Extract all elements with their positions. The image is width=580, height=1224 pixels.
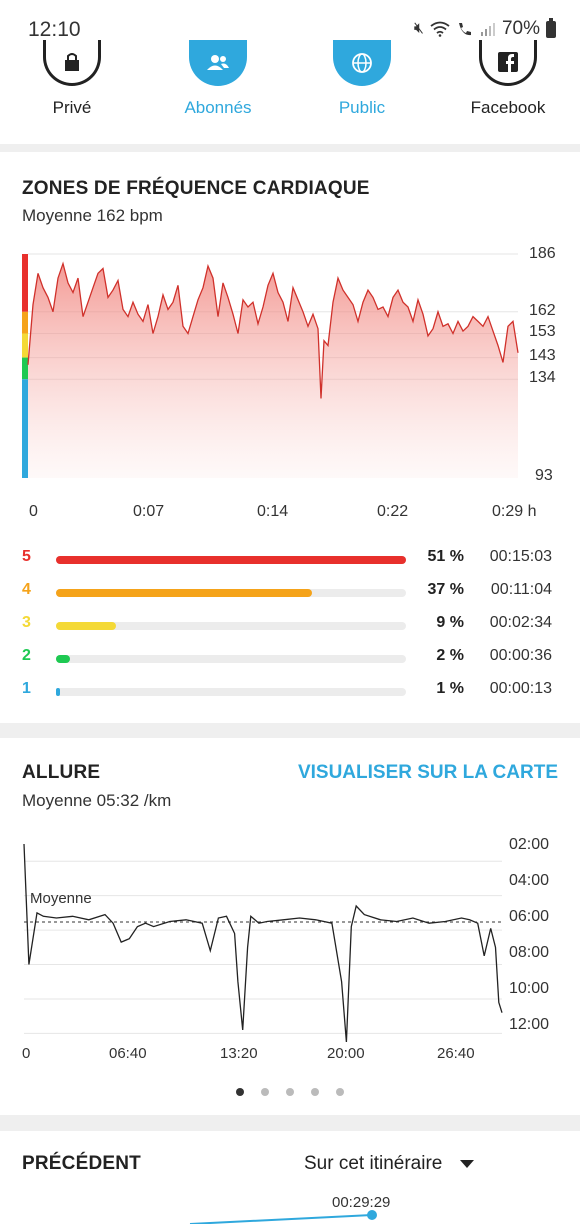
hr-y-tick: 93 [535,467,553,484]
share-followers-label: Abonnés [184,98,252,117]
globe-icon [333,40,391,86]
pace-y-tick: 08:00 [509,944,550,961]
zone-number: 5 [22,548,31,565]
zone-duration: 00:15:03 [489,548,552,565]
facebook-icon [479,40,537,86]
hr-y-tick: 143 [529,347,556,364]
zone-bar-fill [56,589,312,597]
hr-x-tick: 0:22 [377,503,409,520]
zone-percent: 51 % [427,548,464,565]
hr-x-tick: 0 [29,503,38,520]
pace-chart [23,843,503,1043]
route-selector[interactable]: Sur cet itinéraire [304,1153,475,1175]
view-on-map-link[interactable]: VISUALISER SUR LA CARTE [298,762,558,784]
pace-x-tick: 26:40 [437,1045,475,1062]
zone-row-2: 2 2 % 00:00:36 [0,647,580,671]
zone-percent: 2 % [436,647,464,664]
share-private-label: Privé [52,98,92,117]
carousel-indicator [0,1088,580,1100]
pace-series-line [23,843,503,1043]
zone-bar-fill [56,622,116,630]
heart-rate-title: ZONES DE FRÉQUENCE CARDIAQUE [22,178,370,199]
hr-x-tick: 0:14 [257,503,289,520]
wifi-icon [430,21,450,37]
zone-bar-track [56,688,406,696]
carousel-dot[interactable] [336,1088,344,1096]
zone-bar-track [56,622,406,630]
zone-number: 1 [22,680,31,697]
zone-duration: 00:02:34 [489,614,552,631]
zone-duration: 00:11:04 [490,581,552,598]
battery-icon [546,17,556,38]
zone-number: 2 [22,647,31,664]
pace-average-label: Moyenne [30,890,92,907]
zone-bar-track [56,589,406,597]
zone-row-4: 4 37 % 00:11:04 [0,581,580,605]
chevron-down-icon [460,1159,475,1168]
hr-zone-band [22,379,28,478]
zone-percent: 9 % [436,614,464,631]
carousel-dot[interactable] [261,1088,269,1096]
zone-percent: 1 % [436,680,464,697]
zone-number: 4 [22,581,31,598]
zone-row-5: 5 51 % 00:15:03 [0,548,580,572]
carousel-dot[interactable] [286,1088,294,1096]
zone-row-3: 3 9 % 00:02:34 [0,614,580,638]
status-time: 12:10 [28,18,81,41]
pace-title: ALLURE [22,762,101,783]
heart-rate-card: ZONES DE FRÉQUENCE CARDIAQUE Moyenne 162… [0,152,580,723]
pace-average: Moyenne 05:32 /km [22,791,172,810]
hr-zone-band [22,254,28,312]
pace-card: ALLURE VISUALISER SUR LA CARTE Moyenne 0… [0,738,580,1115]
hr-zone-band [22,357,28,380]
route-selector-label: Sur cet itinéraire [304,1153,443,1174]
followers-icon [189,40,247,86]
hr-x-tick: 0:07 [133,503,165,520]
battery-text: 70% [501,18,540,39]
zone-duration: 00:00:36 [489,647,552,664]
hr-area [28,263,518,478]
status-icons: 🔇︎ 70% [413,17,556,40]
previous-title: PRÉCÉDENT [22,1153,141,1174]
pace-x-tick: 06:40 [109,1045,147,1062]
zone-bar-fill [56,688,60,696]
mute-icon: 🔇︎ [413,20,424,37]
pace-y-tick: 02:00 [509,836,550,853]
hr-y-tick: 134 [529,369,556,386]
hr-y-tick: 162 [529,302,556,319]
hr-zone-band [22,311,28,334]
hr-zone-band [22,333,28,358]
hr-y-tick: 186 [529,245,556,262]
previous-card: PRÉCÉDENT Sur cet itinéraire 00:29:29 [0,1131,580,1224]
zone-bar-track [56,556,406,564]
zone-bar-track [56,655,406,663]
signal-icon [480,23,495,36]
hr-y-tick: 153 [529,323,556,340]
share-public-label: Public [338,98,386,117]
lock-icon [43,40,101,86]
hr-x-tick: 0:29 h [492,503,537,520]
pace-y-tick: 06:00 [509,908,550,925]
share-facebook-label: Facebook [470,98,546,117]
carousel-dot[interactable] [311,1088,319,1096]
pace-y-tick: 12:00 [509,1016,550,1033]
previous-chart [189,1210,377,1224]
pace-y-tick: 04:00 [509,872,550,889]
pace-x-tick: 0 [22,1045,31,1062]
carousel-dot[interactable] [236,1088,244,1096]
zone-bar-fill [56,655,70,663]
pace-y-tick: 10:00 [509,980,550,997]
pace-x-tick: 20:00 [327,1045,365,1062]
zone-number: 3 [22,614,31,631]
zone-bar-fill [56,556,406,564]
heart-rate-chart [22,253,519,478]
zone-row-1: 1 1 % 00:00:13 [0,680,580,704]
share-options: Privé Abonnés Public Facebook [0,40,580,144]
pace-x-tick: 13:20 [220,1045,258,1062]
heart-rate-average: Moyenne 162 bpm [22,206,163,225]
call-icon [458,23,471,36]
zone-percent: 37 % [427,581,464,598]
zone-duration: 00:00:13 [489,680,552,697]
